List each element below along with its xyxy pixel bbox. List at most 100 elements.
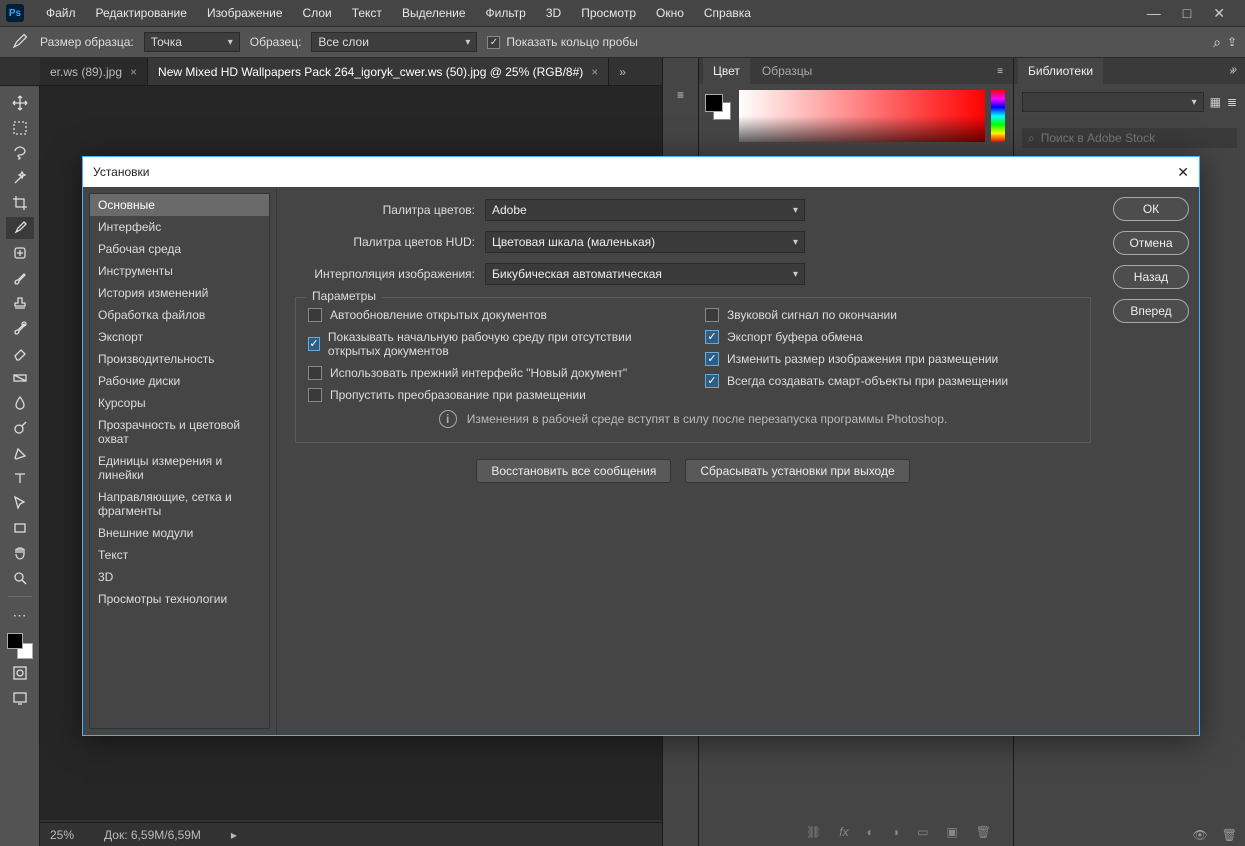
- prefs-category-item[interactable]: Единицы измерения и линейки: [90, 450, 269, 486]
- interpolation-select[interactable]: Бикубическая автоматическая: [485, 263, 805, 285]
- fx-icon[interactable]: fx: [839, 825, 848, 839]
- tab-close-icon[interactable]: ×: [591, 65, 598, 79]
- prefs-category-item[interactable]: Курсоры: [90, 392, 269, 414]
- eyedropper-tool[interactable]: [6, 217, 34, 239]
- menu-window[interactable]: Окно: [648, 6, 692, 20]
- option-checkbox[interactable]: ✓Изменить размер изображения при размеще…: [705, 352, 1078, 366]
- list-view-icon[interactable]: ≣: [1227, 95, 1237, 109]
- status-chevron-icon[interactable]: ▸: [231, 828, 237, 842]
- prefs-category-item[interactable]: Внешние модули: [90, 522, 269, 544]
- tab-overflow-icon[interactable]: »: [609, 58, 636, 85]
- panel-collapse-icon[interactable]: »: [1225, 64, 1243, 75]
- quickmask-tool[interactable]: [6, 662, 34, 684]
- adjustment-icon[interactable]: ◑: [892, 825, 899, 839]
- prefs-category-item[interactable]: Рабочие диски: [90, 370, 269, 392]
- menu-image[interactable]: Изображение: [199, 6, 291, 20]
- prefs-category-item[interactable]: Рабочая среда: [90, 238, 269, 260]
- option-checkbox[interactable]: Автообновление открытых документов: [308, 308, 681, 322]
- color-picker-select[interactable]: Adobe: [485, 199, 805, 221]
- panel-menu-icon[interactable]: ≡: [991, 66, 1009, 77]
- brush-tool[interactable]: [6, 267, 34, 289]
- trash-icon[interactable]: 🗑: [976, 825, 991, 839]
- prefs-category-item[interactable]: Производительность: [90, 348, 269, 370]
- color-field[interactable]: [739, 90, 985, 142]
- trash-icon[interactable]: 🗑: [1222, 828, 1237, 842]
- color-swatch-pair[interactable]: [705, 94, 731, 120]
- type-tool[interactable]: [6, 467, 34, 489]
- hud-picker-select[interactable]: Цветовая шкала (маленькая): [485, 231, 805, 253]
- stamp-tool[interactable]: [6, 292, 34, 314]
- healing-tool[interactable]: [6, 242, 34, 264]
- history-brush-tool[interactable]: [6, 317, 34, 339]
- lasso-tool[interactable]: [6, 142, 34, 164]
- gradient-tool[interactable]: [6, 367, 34, 389]
- document-tab[interactable]: er.ws (89).jpg ×: [40, 58, 148, 85]
- libraries-search[interactable]: ⌕ Поиск в Adobe Stock: [1022, 128, 1237, 148]
- menu-filter[interactable]: Фильтр: [478, 6, 534, 20]
- new-layer-icon[interactable]: ▣: [946, 825, 957, 839]
- blur-tool[interactable]: [6, 392, 34, 414]
- prefs-category-item[interactable]: Инструменты: [90, 260, 269, 282]
- group-icon[interactable]: ▭: [917, 825, 928, 839]
- grid-view-icon[interactable]: ▦: [1210, 95, 1221, 109]
- menu-help[interactable]: Справка: [696, 6, 759, 20]
- show-ring-checkbox[interactable]: ✓ Показать кольцо пробы: [487, 35, 637, 49]
- menu-view[interactable]: Просмотр: [573, 6, 644, 20]
- prefs-category-item[interactable]: Прозрачность и цветовой охват: [90, 414, 269, 450]
- menu-select[interactable]: Выделение: [394, 6, 474, 20]
- doc-info[interactable]: Док: 6,59M/6,59M: [104, 828, 201, 842]
- prefs-category-item[interactable]: Просмотры технологии: [90, 588, 269, 610]
- next-button[interactable]: Вперед: [1113, 299, 1189, 323]
- fg-bg-swatch[interactable]: [7, 633, 33, 659]
- cancel-button[interactable]: Отмена: [1113, 231, 1189, 255]
- dodge-tool[interactable]: [6, 417, 34, 439]
- dialog-close-icon[interactable]: ✕: [1177, 164, 1189, 181]
- path-select-tool[interactable]: [6, 492, 34, 514]
- screenmode-tool[interactable]: [6, 687, 34, 709]
- hue-strip[interactable]: [991, 90, 1005, 142]
- sample-layers-select[interactable]: Все слои: [311, 32, 477, 52]
- option-checkbox[interactable]: Пропустить преобразование при размещении: [308, 388, 681, 402]
- tab-swatches[interactable]: Образцы: [752, 58, 822, 84]
- prev-button[interactable]: Назад: [1113, 265, 1189, 289]
- tab-libraries[interactable]: Библиотеки: [1018, 58, 1103, 84]
- sync-icon[interactable]: 👁: [1193, 828, 1208, 842]
- option-checkbox[interactable]: ✓Показывать начальную рабочую среду при …: [308, 330, 681, 358]
- prefs-category-item[interactable]: Направляющие, сетка и фрагменты: [90, 486, 269, 522]
- prefs-category-item[interactable]: Интерфейс: [90, 216, 269, 238]
- hand-tool[interactable]: [6, 542, 34, 564]
- menu-layers[interactable]: Слои: [295, 6, 340, 20]
- prefs-category-item[interactable]: История изменений: [90, 282, 269, 304]
- ok-button[interactable]: ОК: [1113, 197, 1189, 221]
- menu-edit[interactable]: Редактирование: [88, 6, 195, 20]
- zoom-level[interactable]: 25%: [50, 828, 74, 842]
- share-icon[interactable]: ⇪: [1227, 35, 1237, 49]
- search-icon[interactable]: ⌕: [1213, 34, 1221, 51]
- zoom-tool[interactable]: [6, 567, 34, 589]
- pen-tool[interactable]: [6, 442, 34, 464]
- link-icon[interactable]: ⛓: [806, 825, 821, 839]
- menu-file[interactable]: Файл: [38, 6, 84, 20]
- minimize-icon[interactable]: —: [1147, 5, 1161, 22]
- tab-color[interactable]: Цвет: [703, 58, 750, 84]
- reset-warnings-button[interactable]: Восстановить все сообщения: [476, 459, 671, 483]
- prefs-category-item[interactable]: Обработка файлов: [90, 304, 269, 326]
- prefs-category-item[interactable]: Текст: [90, 544, 269, 566]
- menu-text[interactable]: Текст: [344, 6, 390, 20]
- magic-wand-tool[interactable]: [6, 167, 34, 189]
- eraser-tool[interactable]: [6, 342, 34, 364]
- option-checkbox[interactable]: Звуковой сигнал по окончании: [705, 308, 1078, 322]
- option-checkbox[interactable]: ✓Всегда создавать смарт-объекты при разм…: [705, 374, 1078, 388]
- sample-size-select[interactable]: Точка: [144, 32, 240, 52]
- menu-3d[interactable]: 3D: [538, 6, 569, 20]
- shape-tool[interactable]: [6, 517, 34, 539]
- reset-on-quit-button[interactable]: Сбрасывать установки при выходе: [685, 459, 909, 483]
- maximize-icon[interactable]: □: [1183, 5, 1191, 22]
- mask-icon[interactable]: ◐: [867, 825, 874, 839]
- prefs-category-item[interactable]: Основные: [90, 194, 269, 216]
- crop-tool[interactable]: [6, 192, 34, 214]
- prefs-category-item[interactable]: 3D: [90, 566, 269, 588]
- marquee-tool[interactable]: [6, 117, 34, 139]
- tab-close-icon[interactable]: ×: [130, 65, 137, 79]
- option-checkbox[interactable]: ✓Экспорт буфера обмена: [705, 330, 1078, 344]
